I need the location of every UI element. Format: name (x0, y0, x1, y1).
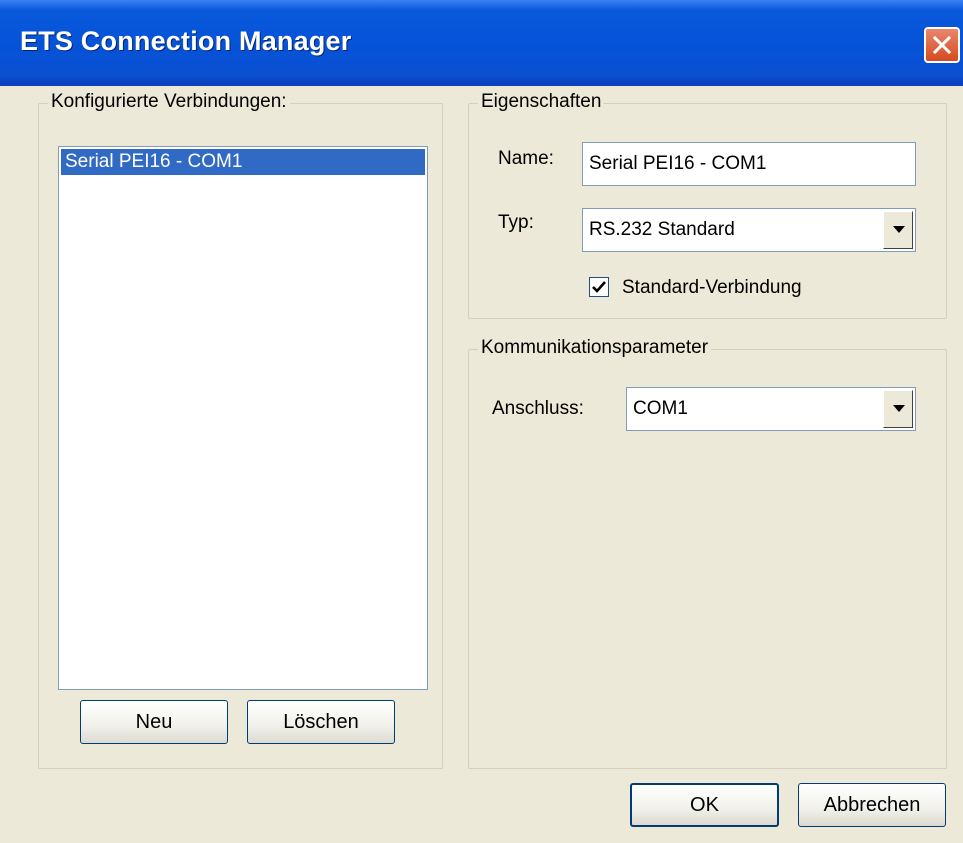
ok-button[interactable]: OK (630, 783, 779, 827)
communication-group-label: Kommunikationsparameter (478, 337, 712, 359)
port-select[interactable]: COM1 (626, 387, 916, 431)
chevron-down-icon (893, 226, 905, 233)
close-button[interactable] (924, 27, 960, 63)
default-connection-checkbox[interactable] (589, 277, 609, 297)
port-label: Anschluss: (492, 398, 584, 419)
type-label: Typ: (498, 212, 534, 233)
type-select[interactable]: RS.232 Standard (582, 208, 916, 252)
type-select-dropdown-button[interactable] (883, 211, 913, 249)
new-button[interactable]: Neu (80, 700, 228, 744)
close-icon (933, 36, 951, 54)
port-select-dropdown-button[interactable] (883, 390, 913, 428)
window-title: ETS Connection Manager (20, 26, 352, 56)
title-bar[interactable]: ETS Connection Manager (0, 0, 963, 86)
properties-group-label: Eigenschaften (478, 91, 605, 113)
default-connection-label[interactable]: Standard-Verbindung (622, 277, 802, 299)
delete-button[interactable]: Löschen (247, 700, 395, 744)
cancel-button[interactable]: Abbrechen (798, 783, 946, 827)
dialog-window: ETS Connection Manager Konfigurierte Ver… (0, 0, 963, 843)
connections-group-label: Konfigurierte Verbindungen: (48, 91, 290, 113)
port-select-value: COM1 (633, 398, 688, 419)
checkmark-icon (592, 281, 606, 293)
type-select-value: RS.232 Standard (589, 219, 735, 240)
connections-list[interactable]: Serial PEI16 - COM1 (58, 146, 428, 690)
name-label: Name: (498, 148, 554, 169)
chevron-down-icon (893, 405, 905, 412)
name-field[interactable]: Serial PEI16 - COM1 (582, 142, 916, 186)
list-item[interactable]: Serial PEI16 - COM1 (61, 149, 425, 175)
